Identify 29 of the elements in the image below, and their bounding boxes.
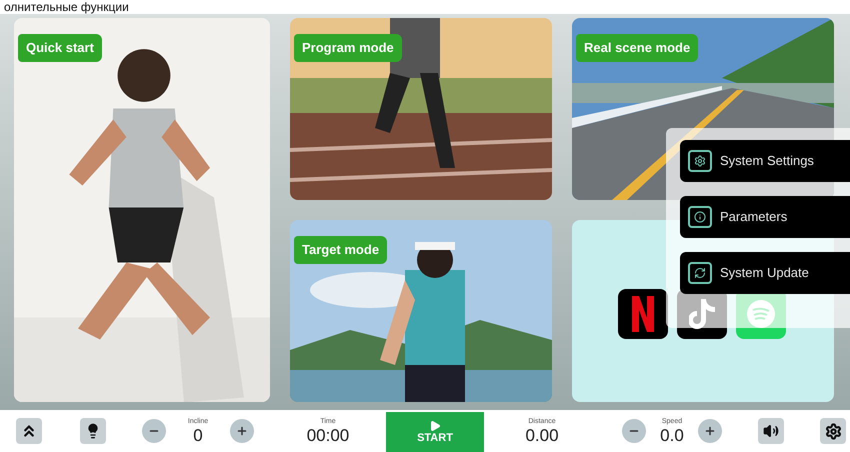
light-button[interactable] bbox=[80, 418, 106, 444]
play-icon bbox=[429, 420, 441, 432]
card-title: Quick start bbox=[18, 34, 102, 62]
menu-item[interactable]: Parameters bbox=[680, 196, 850, 238]
settings-icon bbox=[824, 422, 842, 440]
plus-icon bbox=[236, 425, 248, 437]
app-icon[interactable] bbox=[618, 289, 668, 339]
volume-icon bbox=[763, 423, 779, 439]
header-text: олнительные функции bbox=[4, 0, 129, 14]
readout-value: 0.00 bbox=[525, 426, 559, 446]
settings-icon bbox=[688, 150, 712, 172]
home-button[interactable] bbox=[16, 418, 42, 444]
speed-minus-button[interactable] bbox=[622, 419, 646, 443]
card-title: Real scene mode bbox=[576, 34, 698, 62]
card-title: Program mode bbox=[294, 34, 402, 62]
info-icon bbox=[688, 206, 712, 228]
menu-item[interactable]: System Settings bbox=[680, 140, 850, 182]
incline-minus-button[interactable] bbox=[142, 419, 166, 443]
card-title: Target mode bbox=[294, 236, 388, 264]
speed-plus-button[interactable] bbox=[698, 419, 722, 443]
readout-value: 0.0 bbox=[660, 426, 684, 446]
update-icon bbox=[688, 262, 712, 284]
settings-button[interactable] bbox=[820, 418, 846, 444]
readout-value: 0 bbox=[193, 426, 203, 446]
plus-icon bbox=[704, 425, 716, 437]
menu-item[interactable]: System Update bbox=[680, 252, 850, 294]
readout-value: 00:00 bbox=[306, 426, 350, 446]
volume-button[interactable] bbox=[758, 418, 784, 444]
incline-plus-button[interactable] bbox=[230, 419, 254, 443]
